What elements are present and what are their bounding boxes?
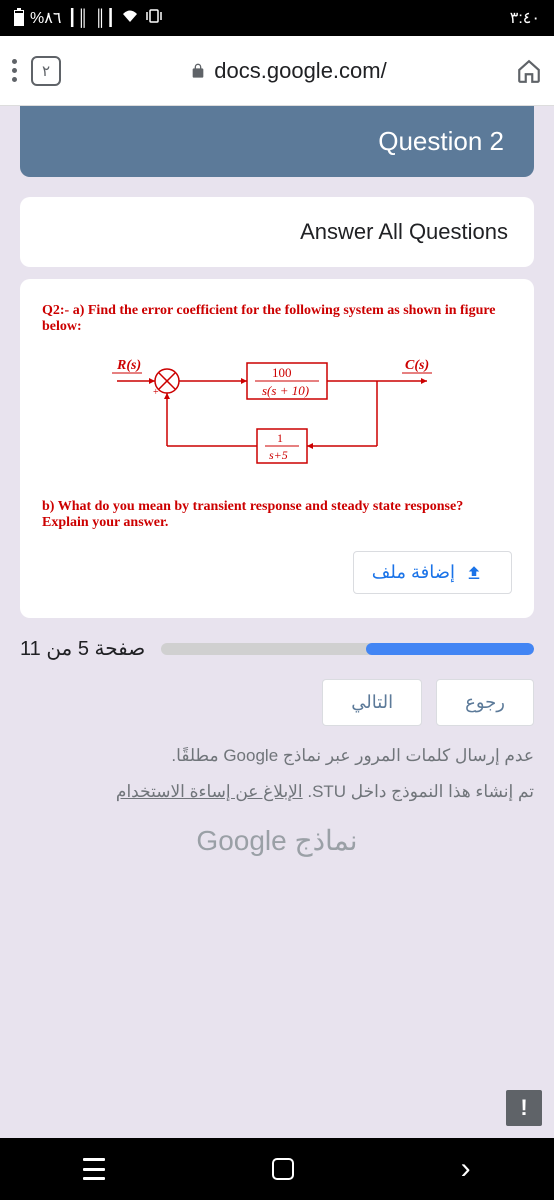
signal-icon-2: ║┃ [94, 8, 115, 28]
home-button[interactable] [272, 1158, 294, 1180]
progress-row: صفحة 5 من 11 [20, 636, 534, 661]
recent-apps-button[interactable] [83, 1158, 105, 1180]
next-button[interactable]: التالي [322, 679, 422, 726]
clock-text: ٣:٤٠ [510, 8, 540, 28]
wifi-icon [121, 9, 139, 28]
upload-label: إضافة ملف [372, 562, 455, 583]
section-title: Answer All Questions [20, 197, 534, 267]
password-disclaimer: عدم إرسال كلمات المرور عبر نماذج Google … [20, 746, 534, 766]
svg-text:+: + [153, 387, 159, 398]
url-text: docs.google.com/ [214, 58, 386, 84]
system-nav-bar: › [0, 1138, 554, 1200]
tabs-button[interactable]: ٢ [31, 56, 61, 86]
label-cs: C(s) [405, 358, 429, 373]
label-forward-num: 100 [272, 365, 292, 380]
signal-icon: ┃║ [67, 8, 88, 28]
block-diagram: R(s) + 100 s(s + 10) C(s) 1 s+5 [97, 351, 457, 481]
label-forward-denom: s(s + 10) [262, 383, 309, 398]
back-button-system[interactable]: › [461, 1152, 471, 1186]
form-header: Question 2 [20, 106, 534, 177]
progress-fill [366, 643, 534, 655]
battery-icon [14, 10, 24, 26]
lock-icon [190, 63, 206, 79]
report-badge[interactable]: ! [506, 1090, 542, 1126]
home-icon[interactable] [516, 58, 542, 84]
question-prompt-b: b) What do you mean by transient respons… [42, 499, 512, 531]
upload-icon [465, 564, 483, 582]
progress-bar [161, 643, 534, 655]
status-bar: %٨٦ ┃║ ║┃ ٣:٤٠ [0, 0, 554, 36]
form-info: تم إنشاء هذا النموذج داخل STU. الإبلاغ ع… [20, 782, 534, 802]
progress-text: صفحة 5 من 11 [20, 636, 145, 661]
vibrate-icon [145, 8, 163, 29]
google-forms-logo[interactable]: نماذج Google [0, 824, 554, 857]
battery-percent: %٨٦ [30, 8, 61, 28]
nav-row: رجوع التالي [20, 679, 534, 726]
label-fb-num: 1 [277, 431, 283, 445]
more-menu-icon[interactable] [12, 59, 17, 82]
label-rs: R(s) [116, 358, 141, 373]
url-bar[interactable]: docs.google.com/ [75, 58, 502, 84]
question-prompt-a: Q2:- a) Find the error coefficient for t… [42, 303, 512, 335]
report-abuse-link[interactable]: الإبلاغ عن إساءة الاستخدام [116, 782, 303, 801]
label-fb-denom: s+5 [269, 448, 288, 462]
back-button[interactable]: رجوع [436, 679, 534, 726]
browser-bar: ٢ docs.google.com/ [0, 36, 554, 106]
upload-file-button[interactable]: إضافة ملف [353, 551, 512, 594]
created-in-text: تم إنشاء هذا النموذج داخل STU. [303, 782, 534, 801]
question-card: Q2:- a) Find the error coefficient for t… [20, 279, 534, 618]
